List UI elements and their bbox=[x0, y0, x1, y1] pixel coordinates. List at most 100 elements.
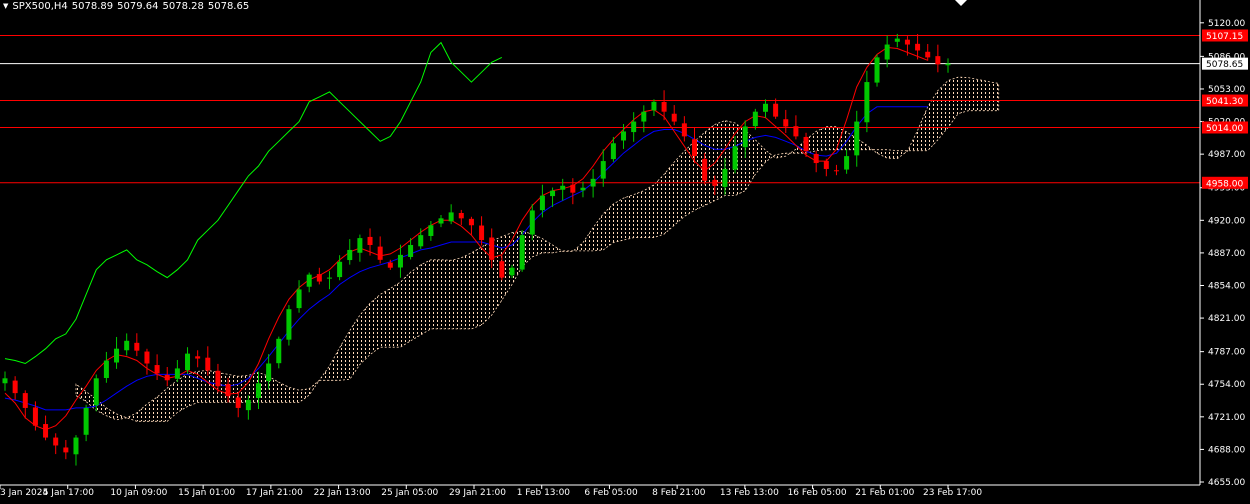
candle-body bbox=[742, 126, 748, 148]
candle-body bbox=[397, 254, 403, 268]
time-tick-label: 1 Feb 13:00 bbox=[517, 488, 571, 498]
candle-body bbox=[286, 309, 292, 340]
price-tick-label: 4721.00 bbox=[1208, 413, 1245, 423]
candle-body bbox=[306, 274, 312, 287]
candle-body bbox=[935, 56, 941, 65]
candle-body bbox=[631, 121, 637, 133]
candle-body bbox=[722, 168, 728, 187]
candle-body bbox=[732, 146, 738, 170]
time-tick-label: 6 Feb 05:00 bbox=[584, 488, 638, 498]
time-tick-label: 3 Jan 2024 bbox=[0, 488, 48, 498]
time-tick-label: 22 Jan 13:00 bbox=[314, 488, 371, 498]
candle-body bbox=[134, 342, 140, 351]
candle-body bbox=[621, 131, 627, 141]
candle-body bbox=[53, 437, 59, 446]
ohlc-open: 5078.89 bbox=[71, 1, 114, 12]
candle-body bbox=[479, 225, 485, 241]
candle-body bbox=[580, 187, 586, 191]
candle-body bbox=[276, 338, 282, 364]
candle-body bbox=[195, 356, 201, 359]
ohlc-low: 5078.28 bbox=[162, 1, 204, 12]
candle-body bbox=[347, 249, 353, 261]
candle-body bbox=[833, 170, 839, 172]
price-tick-label: 4754.00 bbox=[1208, 380, 1245, 390]
candle-body bbox=[32, 407, 38, 426]
candle-body bbox=[489, 237, 495, 260]
level-price-label: 5041.30 bbox=[1206, 97, 1243, 107]
candle-body bbox=[438, 218, 444, 224]
candle-body bbox=[63, 447, 69, 453]
candle-body bbox=[499, 261, 505, 278]
candle-body bbox=[245, 400, 251, 411]
candle-body bbox=[783, 119, 789, 127]
candle-body bbox=[408, 245, 414, 257]
candle-body bbox=[377, 246, 383, 260]
symbol-name: SPX500,H4 bbox=[12, 1, 68, 12]
candle-body bbox=[945, 63, 951, 66]
candle-body bbox=[610, 143, 616, 160]
candle-body bbox=[124, 340, 130, 351]
candle-body bbox=[823, 160, 829, 169]
candle-body bbox=[296, 289, 302, 309]
candle-body bbox=[154, 365, 160, 374]
price-tick-label: 4787.00 bbox=[1208, 348, 1245, 358]
ohlc-close: 5078.65 bbox=[207, 1, 250, 12]
candle-body bbox=[448, 212, 454, 222]
price-tick-label: 5053.00 bbox=[1208, 85, 1245, 95]
candle-body bbox=[560, 185, 566, 190]
candle-body bbox=[651, 101, 657, 111]
candle-body bbox=[468, 218, 474, 226]
candle-body bbox=[793, 126, 799, 137]
price-tick-label: 4688.00 bbox=[1208, 445, 1245, 455]
price-chart: 5120.005086.005053.005020.004987.004953.… bbox=[0, 0, 1250, 500]
candle-body bbox=[418, 235, 424, 247]
price-tick-label: 5120.00 bbox=[1208, 19, 1245, 29]
candle-body bbox=[894, 38, 900, 42]
price-tick-label: 4821.00 bbox=[1208, 314, 1245, 324]
candle-body bbox=[692, 139, 698, 157]
candle-body bbox=[144, 351, 150, 364]
level-price-label: 5014.00 bbox=[1206, 124, 1243, 134]
candle-body bbox=[773, 103, 779, 117]
candle-body bbox=[114, 348, 120, 363]
time-tick-label: 25 Jan 05:00 bbox=[381, 488, 438, 498]
candle-body bbox=[550, 190, 556, 197]
candle-body bbox=[539, 195, 545, 211]
price-tick-label: 4920.00 bbox=[1208, 216, 1245, 226]
candle-body bbox=[904, 39, 910, 45]
candle-body bbox=[255, 383, 261, 398]
candle-body bbox=[570, 184, 576, 193]
level-price-label: 4958.00 bbox=[1206, 179, 1243, 189]
level-price-label: 5107.15 bbox=[1206, 32, 1243, 42]
time-tick-label: 23 Feb 17:00 bbox=[923, 488, 982, 498]
ohlc-high: 5079.64 bbox=[117, 1, 159, 12]
candle-body bbox=[73, 437, 79, 455]
candle-body bbox=[83, 407, 89, 435]
candle-body bbox=[357, 238, 363, 253]
candle-body bbox=[215, 370, 221, 387]
candle-body bbox=[2, 378, 8, 384]
collapse-triangle-icon[interactable]: ▼ bbox=[3, 2, 8, 10]
candle-body bbox=[235, 397, 241, 408]
price-tick-label: 4655.00 bbox=[1208, 478, 1245, 488]
time-tick-label: 8 Feb 21:00 bbox=[652, 488, 706, 498]
candle-body bbox=[671, 113, 677, 122]
candle-body bbox=[185, 353, 191, 371]
candle-body bbox=[205, 357, 211, 371]
candle-body bbox=[915, 43, 921, 51]
price-tick-label: 4854.00 bbox=[1208, 281, 1245, 291]
candle-body bbox=[712, 179, 718, 186]
candle-body bbox=[661, 102, 667, 112]
price-tick-label: 4887.00 bbox=[1208, 249, 1245, 259]
candle-body bbox=[103, 360, 109, 379]
chart-background bbox=[0, 0, 1250, 500]
candle-body bbox=[22, 393, 28, 408]
current-price-label: 5078.65 bbox=[1206, 60, 1243, 70]
candle-body bbox=[641, 111, 647, 122]
candle-body bbox=[428, 225, 434, 236]
candle-body bbox=[93, 378, 99, 406]
candle-body bbox=[864, 82, 870, 123]
time-tick-label: 17 Jan 21:00 bbox=[246, 488, 303, 498]
candle-body bbox=[225, 384, 231, 397]
chart-area[interactable]: 5120.005086.005053.005020.004987.004953.… bbox=[0, 0, 1250, 500]
